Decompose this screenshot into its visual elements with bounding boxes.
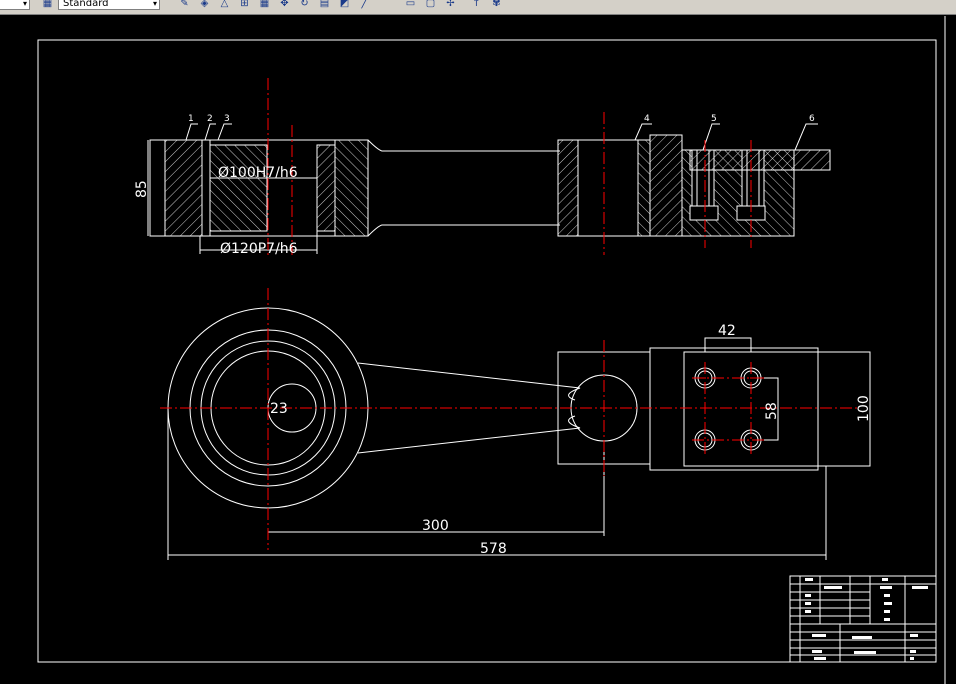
dim-23: 23 <box>270 401 288 417</box>
dim-bore-120: Ø120P7/h6 <box>220 241 298 257</box>
paint-icon[interactable]: ✾ <box>490 0 503 10</box>
scale-icon[interactable]: ◩ <box>338 0 351 10</box>
rotate-icon[interactable]: ↻ <box>298 0 311 10</box>
chevron-down-icon: ▾ <box>22 0 27 8</box>
table-icon[interactable]: ⊞ <box>238 0 251 10</box>
rect-icon[interactable]: ▭ <box>404 0 417 10</box>
layer-icon[interactable]: ◈ <box>198 0 211 10</box>
triangle-icon[interactable]: △ <box>218 0 231 10</box>
pin-icon[interactable]: ↑ <box>470 0 483 10</box>
move-icon[interactable]: ✥ <box>278 0 291 10</box>
part-label-1: 1 <box>188 114 194 124</box>
block-icon[interactable]: ▤ <box>318 0 331 10</box>
toolbar: ▾ ▦ Standard ▾ ✎ ◈ △ ⊞ ▦ ✥ ↻ ▤ ◩ ╱ ⌒ ▭ ▢ ✢ ↑ ✾ <box>0 0 956 15</box>
part-label-6: 6 <box>809 114 815 124</box>
outer-border <box>37 39 937 663</box>
part-label-5: 5 <box>711 114 717 124</box>
dim-578: 578 <box>480 541 507 557</box>
dim-height-85: 85 <box>134 180 150 198</box>
arc-icon[interactable]: ⌒ <box>378 0 391 10</box>
plan-view <box>167 307 871 560</box>
text-style-icon[interactable]: ▦ <box>41 0 54 10</box>
text-style-combo[interactable]: Standard ▾ <box>58 0 160 10</box>
chevron-down-icon: ▾ <box>152 0 157 8</box>
section-view <box>147 123 831 254</box>
part-label-2: 2 <box>207 114 213 124</box>
pencil-icon[interactable]: ✎ <box>178 0 191 10</box>
dim-100: 100 <box>856 395 872 422</box>
drawing-canvas[interactable]: 1 2 3 4 5 6 Ø100H7/h6 Ø120P7/h6 85 42 58… <box>0 15 956 684</box>
layer-combo[interactable]: ▾ <box>0 0 30 10</box>
part-label-4: 4 <box>644 114 650 124</box>
text-style-value: Standard <box>63 0 109 9</box>
grid-icon[interactable]: ▦ <box>258 0 271 10</box>
dim-bore-100: Ø100H7/h6 <box>218 165 298 181</box>
node-icon[interactable]: ✢ <box>444 0 457 10</box>
rect2-icon[interactable]: ▢ <box>424 0 437 10</box>
dim-58: 58 <box>764 402 780 420</box>
dim-42: 42 <box>718 323 736 339</box>
part-label-3: 3 <box>224 114 230 124</box>
dim-300: 300 <box>422 518 449 534</box>
line-icon[interactable]: ╱ <box>358 0 371 10</box>
